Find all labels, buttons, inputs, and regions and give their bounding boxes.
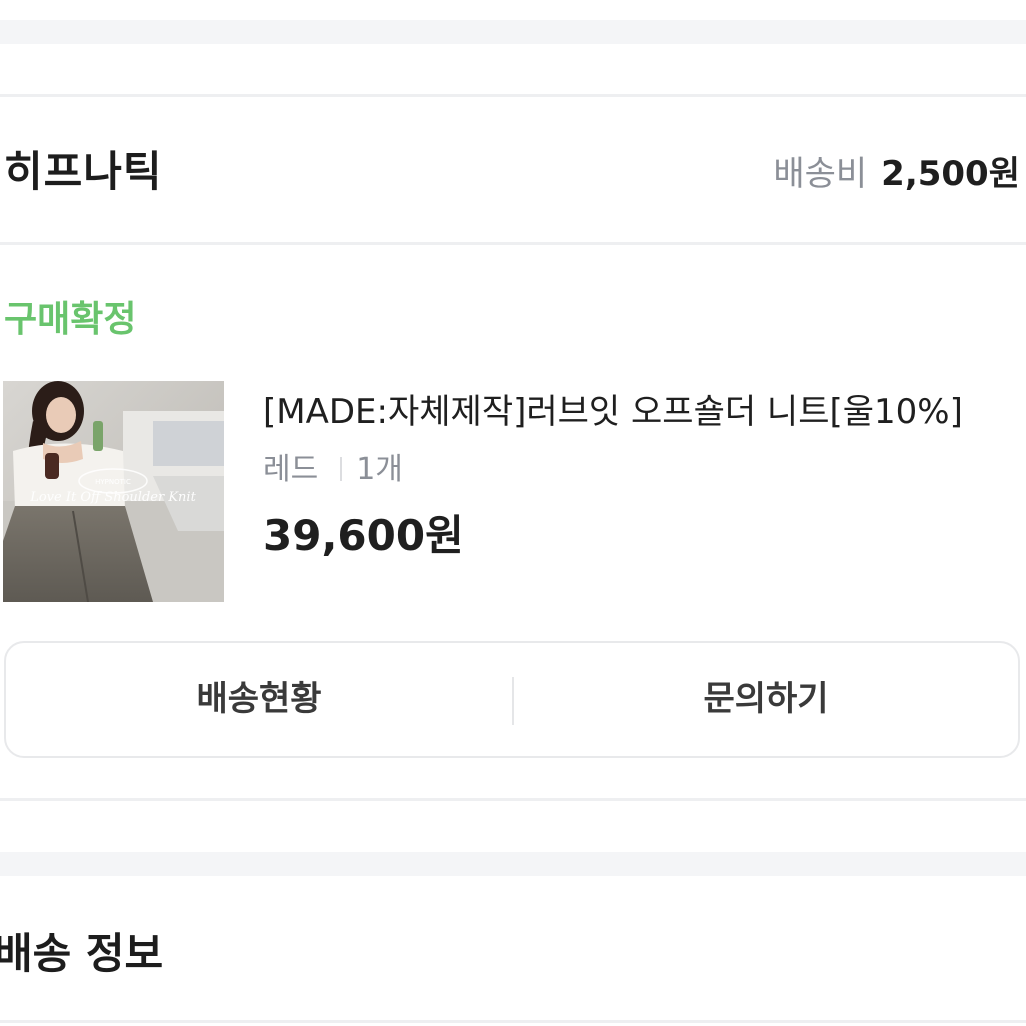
divider xyxy=(0,798,1026,801)
product-option: 레드 1개 xyxy=(263,444,403,488)
thumbnail-brand-text: HYPNOTIC xyxy=(95,478,131,486)
product-thumbnail[interactable]: HYPNOTIC Love It Off Shoulder Knit xyxy=(3,381,224,602)
shipping-fee-row: 배송비 2,500원 xyxy=(773,146,1020,195)
order-status-badge: 구매확정 xyxy=(4,299,137,340)
shipping-fee-label: 배송비 xyxy=(773,154,868,194)
order-actions: 배송현황 문의하기 xyxy=(4,641,1020,758)
product-title[interactable]: [MADE:자체제작]러브잇 오프숄더 니트[울10%] xyxy=(263,384,963,433)
shop-name[interactable]: 히프나틱 xyxy=(4,138,163,199)
inquiry-button[interactable]: 문의하기 xyxy=(514,643,1018,756)
shipping-info-title: 배송 정보 xyxy=(0,929,164,978)
thumbnail-caption-text: Love It Off Shoulder Knit xyxy=(29,490,196,505)
option-divider xyxy=(340,457,343,481)
product-price: 39,600원 xyxy=(263,511,464,560)
shipping-fee-value: 2,500원 xyxy=(881,154,1020,194)
divider xyxy=(0,1020,1026,1023)
section-spacer xyxy=(0,20,1026,44)
section-spacer xyxy=(0,852,1026,876)
divider xyxy=(0,242,1026,245)
divider xyxy=(0,94,1026,97)
product-photo-image: HYPNOTIC Love It Off Shoulder Knit xyxy=(3,381,224,602)
product-option-color: 레드 xyxy=(263,452,319,487)
delivery-status-button[interactable]: 배송현황 xyxy=(6,643,512,756)
product-quantity: 1개 xyxy=(356,452,403,487)
order-detail-page: 히프나틱 배송비 2,500원 구매확정 HYPNOTIC Love It Of… xyxy=(0,0,1026,1026)
